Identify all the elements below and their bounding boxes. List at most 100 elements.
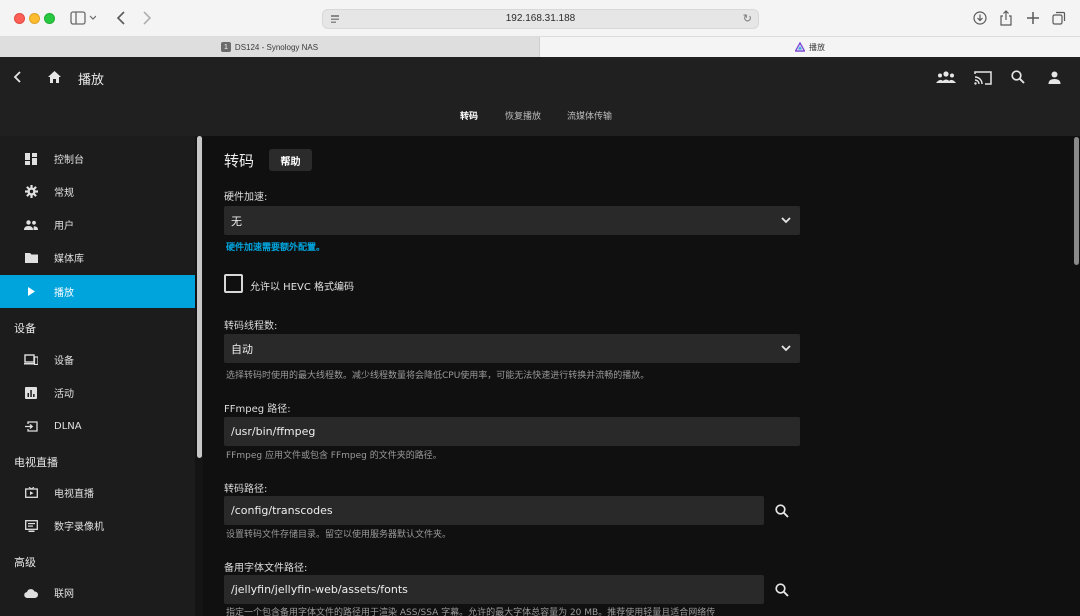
hw-accel-select[interactable]: 无	[224, 206, 800, 235]
sidebar-item-users[interactable]: 用户	[0, 208, 195, 241]
sidebar-item-playback[interactable]: 播放	[0, 275, 195, 308]
browser-tab-bar: 1 DS124 - Synology NAS 播放	[0, 37, 1080, 57]
fonts-path-value: /jellyfin/jellyfin-web/assets/fonts	[231, 583, 408, 596]
sidebar-item-label: 设备	[54, 356, 74, 367]
home-icon[interactable]	[45, 68, 63, 86]
transcode-path-value: /config/transcodes	[231, 504, 333, 517]
user-account-icon[interactable]	[1046, 69, 1062, 85]
app-header: 播放 转码 恢复播放 流媒体传输	[0, 57, 1080, 136]
threads-select[interactable]: 自动	[224, 334, 800, 363]
syncplay-group-icon[interactable]	[936, 69, 956, 85]
tv-icon	[24, 486, 38, 500]
threads-value: 自动	[231, 342, 253, 356]
sidebar-item-general[interactable]: 常规	[0, 175, 195, 208]
fonts-path-hint: 指定一个包含备用字体文件的路径用于渲染 ASS/SSA 字幕。允许的最大字体总容…	[226, 608, 716, 616]
hw-accel-value: 无	[231, 214, 242, 228]
tab-transcoding[interactable]: 转码	[460, 109, 478, 122]
close-window-button[interactable]	[14, 13, 25, 24]
browser-tab-jellyfin[interactable]: 播放	[540, 37, 1080, 57]
transcode-path-hint: 设置转码文件存储目录。留空以使用服务器默认文件夹。	[226, 530, 452, 540]
sidebar-toggle-icon[interactable]	[68, 8, 98, 28]
chevron-down-icon	[781, 217, 791, 224]
fonts-path-input[interactable]: /jellyfin/jellyfin-web/assets/fonts	[224, 575, 764, 604]
address-bar[interactable]: 192.168.31.188 ↻	[322, 9, 759, 29]
chevron-down-icon	[781, 345, 791, 352]
ffmpeg-path-input[interactable]: /usr/bin/ffmpeg	[224, 417, 800, 446]
users-icon	[24, 218, 38, 232]
new-tab-icon[interactable]	[1025, 8, 1041, 28]
jellyfin-favicon	[795, 42, 805, 52]
play-icon	[24, 285, 38, 299]
dashboard-sidebar: 控制台 常规 用户 媒体库 播放 设备 设备 活动 DLNA 电视直播 电视直播…	[0, 136, 195, 616]
folder-icon	[24, 251, 38, 265]
sidebar-item-label: DLNA	[54, 421, 82, 432]
minimize-window-button[interactable]	[29, 13, 40, 24]
sidebar-scrollbar-thumb[interactable]	[197, 136, 202, 458]
gear-icon	[24, 185, 38, 199]
hw-accel-config-link[interactable]: 硬件加速需要额外配置。	[226, 240, 325, 253]
hevc-checkbox-label: 允许以 HEVC 格式编码	[250, 282, 355, 293]
sidebar-item-label: 活动	[54, 389, 74, 400]
dashboard-icon	[24, 152, 38, 166]
content-scrollbar-thumb[interactable]	[1074, 137, 1079, 265]
activity-icon	[24, 386, 38, 400]
url-text: 192.168.31.188	[505, 13, 576, 24]
sidebar-item-dvr[interactable]: 数字录像机	[0, 509, 195, 542]
transcode-path-browse-button[interactable]	[764, 496, 800, 525]
page-title: 转码	[224, 152, 255, 170]
reload-icon[interactable]: ↻	[743, 12, 752, 25]
threads-label: 转码线程数:	[224, 321, 278, 332]
sidebar-item-label: 常规	[54, 188, 74, 199]
ffmpeg-label: FFmpeg 路径:	[224, 404, 291, 415]
sidebar-item-label: 媒体库	[54, 254, 84, 265]
tab-resume[interactable]: 恢复播放	[505, 109, 541, 122]
search-icon	[775, 503, 789, 518]
ffmpeg-path-value: /usr/bin/ffmpeg	[231, 425, 316, 438]
cast-icon[interactable]	[973, 68, 993, 86]
hw-accel-label: 硬件加速:	[224, 192, 268, 203]
browser-tab-label: DS124 - Synology NAS	[234, 42, 319, 52]
fonts-path-label: 备用字体文件路径:	[224, 563, 308, 574]
sidebar-item-libraries[interactable]: 媒体库	[0, 241, 195, 274]
sidebar-section-devices: 设备	[14, 322, 36, 335]
cloud-icon	[24, 586, 38, 600]
input-icon	[24, 420, 38, 434]
sidebar-item-label: 联网	[54, 589, 74, 600]
tab-streaming[interactable]: 流媒体传输	[567, 109, 612, 122]
devices-icon	[24, 353, 38, 367]
sidebar-item-dlna[interactable]: DLNA	[0, 410, 195, 443]
sidebar-item-label: 播放	[54, 288, 74, 299]
sidebar-item-label: 用户	[54, 221, 74, 232]
downloads-icon[interactable]	[972, 8, 988, 28]
back-icon[interactable]	[113, 8, 129, 28]
help-button[interactable]: 帮助	[269, 149, 312, 171]
share-icon[interactable]	[998, 8, 1014, 28]
sidebar-item-label: 数字录像机	[54, 522, 104, 533]
hevc-checkbox[interactable]	[224, 274, 243, 293]
sidebar-item-label: 控制台	[54, 155, 84, 166]
search-icon	[775, 582, 789, 597]
playback-subtabs: 转码 恢复播放 流媒体传输	[0, 109, 1080, 127]
sidebar-item-devices[interactable]: 设备	[0, 343, 195, 376]
transcode-path-input[interactable]: /config/transcodes	[224, 496, 764, 525]
ffmpeg-hint: FFmpeg 应用文件或包含 FFmpeg 的文件夹的路径。	[226, 451, 442, 461]
back-arrow-icon[interactable]	[10, 69, 26, 85]
zoom-window-button[interactable]	[44, 13, 55, 24]
sidebar-item-activity[interactable]: 活动	[0, 376, 195, 409]
dvr-icon	[24, 519, 38, 533]
browser-tab-synology[interactable]: 1 DS124 - Synology NAS	[0, 37, 540, 57]
forward-icon[interactable]	[139, 8, 155, 28]
transcode-path-label: 转码路径:	[224, 484, 268, 495]
sidebar-item-networking[interactable]: 联网	[0, 576, 195, 609]
tab-overview-icon[interactable]	[1051, 8, 1067, 28]
sidebar-item-dashboard[interactable]: 控制台	[0, 142, 195, 175]
search-icon[interactable]	[1010, 69, 1026, 85]
sidebar-section-livetv: 电视直播	[14, 456, 58, 469]
sidebar-item-label: 电视直播	[54, 489, 94, 500]
browser-tab-label: 播放	[809, 42, 825, 52]
synology-favicon: 1	[220, 42, 231, 52]
browser-toolbar: 192.168.31.188 ↻	[0, 0, 1080, 37]
sidebar-item-livetv[interactable]: 电视直播	[0, 476, 195, 509]
fonts-path-browse-button[interactable]	[764, 575, 800, 604]
sidebar-section-advanced: 高级	[14, 556, 36, 569]
